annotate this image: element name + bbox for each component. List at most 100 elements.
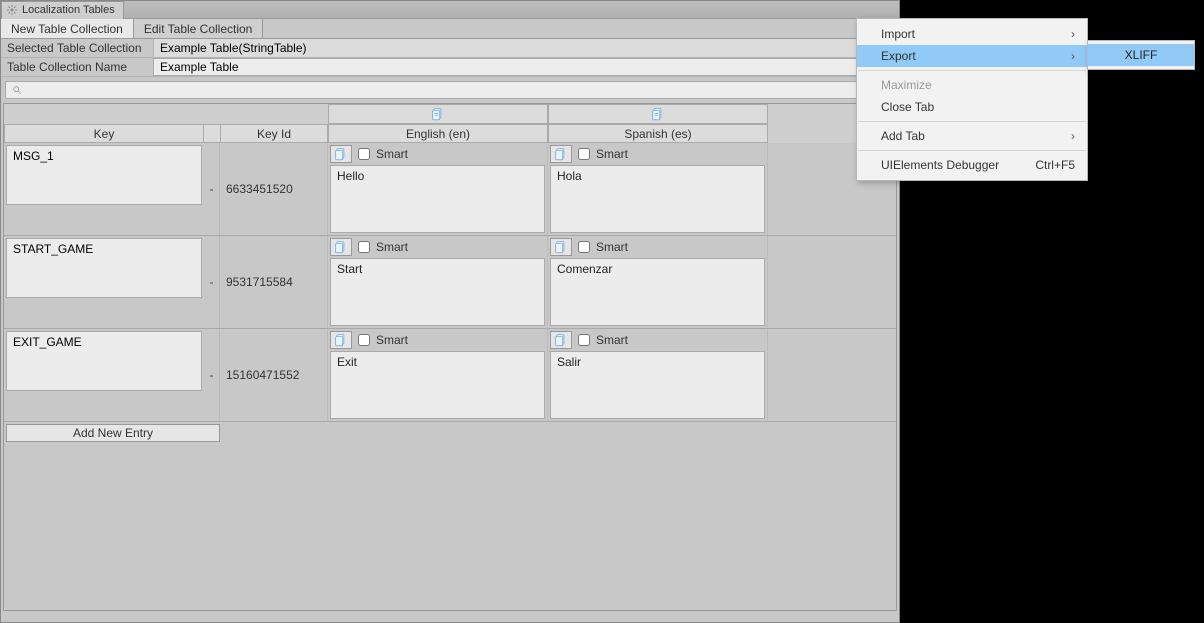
locale-doc-icon [334,333,348,347]
submenu-xliff[interactable]: XLIFF [1088,44,1194,66]
value-es-input[interactable]: Hola [550,165,765,233]
smart-label: Smart [376,240,408,254]
selected-collection-row: Selected Table Collection Example Table(… [1,39,899,58]
head-english[interactable]: English (en) [328,124,548,143]
value-es-input[interactable]: Salir [550,351,765,419]
context-menu: Import › Export › Maximize Close Tab Add… [856,18,1088,181]
chevron-right-icon: › [1071,129,1075,143]
chevron-right-icon: › [1071,27,1075,41]
locale-metadata-button[interactable] [550,238,572,256]
smart-label: Smart [376,333,408,347]
menu-close-tab[interactable]: Close Tab [857,96,1087,118]
export-submenu: XLIFF [1087,40,1195,70]
locale-metadata-button[interactable] [330,331,352,349]
menu-maximize: Maximize [857,74,1087,96]
locale-metadata-button[interactable] [550,145,572,163]
head-spanish[interactable]: Spanish (es) [548,124,768,143]
smart-label: Smart [596,147,628,161]
key-id-value: 6633451520 [220,143,328,235]
menu-separator [858,121,1086,122]
menu-uielements-label: UIElements Debugger [881,158,999,172]
menu-add-tab-label: Add Tab [881,129,925,143]
locale-doc-icon [554,240,568,254]
collection-name-row: Table Collection Name Example Table [1,58,899,77]
smart-bar: Smart [550,145,765,163]
key-input[interactable]: EXIT_GAME [6,331,202,391]
locale-doc-icon [554,333,568,347]
cell-es: Smart Salir [548,329,768,421]
chevron-right-icon: › [1071,49,1075,63]
locale-metadata-button[interactable] [330,238,352,256]
cell-en: Smart Start [328,236,548,328]
menu-separator [858,150,1086,151]
menu-import-label: Import [881,27,915,41]
remove-button[interactable]: - [204,329,220,421]
menu-close-tab-label: Close Tab [881,100,934,114]
menu-export-label: Export [881,49,916,63]
collection-name-label: Table Collection Name [1,60,153,74]
collection-name-input[interactable]: Example Table [153,58,898,76]
head-key[interactable]: Key [4,124,204,143]
window-title-tab[interactable]: Localization Tables [1,1,124,19]
menu-import[interactable]: Import › [857,23,1087,45]
titlebar: Localization Tables [1,1,899,19]
value-es-input[interactable]: Comenzar [550,258,765,326]
value-en-input[interactable]: Hello [330,165,545,233]
tab-edit-collection[interactable]: Edit Table Collection [134,19,264,38]
head-spanish-icon[interactable] [548,104,768,124]
table-row: EXIT_GAME - 15160471552 Smart Exit Sma [4,329,896,422]
key-id-value: 9531715584 [220,236,328,328]
search-input[interactable] [5,81,895,99]
table-row: MSG_1 - 6633451520 Smart Hello Smart [4,143,896,236]
smart-checkbox[interactable] [358,241,370,253]
smart-label: Smart [376,147,408,161]
smart-checkbox[interactable] [358,148,370,160]
table-head: Key Key Id English (en) Spanish (es) [4,104,896,143]
key-input[interactable]: START_GAME [6,238,202,298]
head-keyid[interactable]: Key Id [220,124,328,143]
smart-bar: Smart [330,145,545,163]
localization-table: Key Key Id English (en) Spanish (es) MSG… [3,103,897,611]
locale-metadata-button[interactable] [330,145,352,163]
cell-en: Smart Hello [328,143,548,235]
locale-doc-icon [554,147,568,161]
smart-checkbox[interactable] [578,334,590,346]
smart-checkbox[interactable] [578,241,590,253]
key-input[interactable]: MSG_1 [6,145,202,205]
locale-doc-icon [431,107,445,121]
smart-checkbox[interactable] [578,148,590,160]
tab-new-collection[interactable]: New Table Collection [1,19,134,38]
gear-icon [6,4,18,16]
value-en-input[interactable]: Exit [330,351,545,419]
locale-doc-icon [334,147,348,161]
smart-bar: Smart [550,331,765,349]
window-title: Localization Tables [22,4,115,16]
selected-collection-value[interactable]: Example Table(StringTable) [153,39,899,57]
add-new-entry-button[interactable]: Add New Entry [6,424,220,442]
cell-en: Smart Exit [328,329,548,421]
menu-maximize-label: Maximize [881,78,932,92]
smart-checkbox[interactable] [358,334,370,346]
head-dash [204,124,220,143]
value-en-input[interactable]: Start [330,258,545,326]
remove-button[interactable]: - [204,236,220,328]
smart-bar: Smart [330,331,545,349]
cell-es: Smart Hola [548,143,768,235]
menu-separator [858,70,1086,71]
menu-add-tab[interactable]: Add Tab › [857,125,1087,147]
remove-button[interactable]: - [204,143,220,235]
menu-uielements-shortcut: Ctrl+F5 [1035,158,1075,172]
head-spacer [4,104,328,124]
smart-label: Smart [596,240,628,254]
search-icon [12,85,22,95]
smart-bar: Smart [550,238,765,256]
locale-metadata-button[interactable] [550,331,572,349]
head-english-icon[interactable] [328,104,548,124]
menu-export[interactable]: Export › [857,45,1087,67]
key-id-value: 15160471552 [220,329,328,421]
localization-window: Localization Tables New Table Collection… [0,0,900,623]
locale-doc-icon [334,240,348,254]
smart-label: Smart [596,333,628,347]
table-row: START_GAME - 9531715584 Smart Start Sm [4,236,896,329]
menu-uielements-debugger[interactable]: UIElements Debugger Ctrl+F5 [857,154,1087,176]
